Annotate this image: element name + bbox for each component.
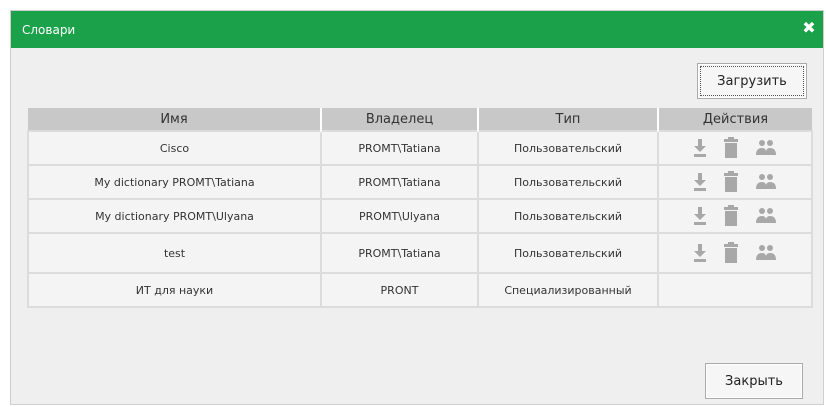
cell-actions bbox=[657, 164, 813, 200]
share-users-icon[interactable] bbox=[755, 244, 777, 262]
download-icon[interactable] bbox=[693, 206, 707, 226]
cell-owner: PROMT\Tatiana bbox=[320, 232, 479, 274]
column-header-actions: Действия bbox=[657, 108, 812, 131]
close-icon[interactable]: ✖ bbox=[801, 20, 817, 36]
table-row[interactable]: My dictionary PROMT\Tatiana PROMT\Tatiana… bbox=[27, 164, 813, 200]
cell-type: Пользовательский bbox=[477, 130, 659, 166]
trash-icon[interactable] bbox=[723, 242, 739, 264]
trash-icon[interactable] bbox=[723, 205, 739, 227]
share-users-icon[interactable] bbox=[755, 207, 777, 225]
dialog-titlebar: Словари ✖ bbox=[11, 11, 823, 48]
cell-actions bbox=[657, 272, 813, 308]
table-header-row: Имя Владелец Тип Действия bbox=[28, 108, 812, 131]
cell-name: Cisco bbox=[27, 130, 322, 166]
trash-icon[interactable] bbox=[723, 171, 739, 193]
cell-type: Специализированный bbox=[477, 272, 659, 308]
dictionaries-table: Имя Владелец Тип Действия Cisco PROMT\Tat… bbox=[27, 108, 813, 308]
cell-name: ИТ для науки bbox=[27, 272, 322, 308]
cell-owner: PROMT\Tatiana bbox=[320, 164, 479, 200]
table-row[interactable]: ИТ для науки PRONT Специализированный bbox=[27, 272, 813, 308]
cell-owner: PRONT bbox=[320, 272, 479, 308]
cell-type: Пользовательский bbox=[477, 164, 659, 200]
cell-actions bbox=[657, 198, 813, 234]
cell-type: Пользовательский bbox=[477, 232, 659, 274]
close-button[interactable]: Закрыть bbox=[705, 363, 803, 399]
cell-owner: PROMT\Tatiana bbox=[320, 130, 479, 166]
cell-actions bbox=[657, 130, 813, 166]
download-icon[interactable] bbox=[693, 138, 707, 158]
table-row[interactable]: Cisco PROMT\Tatiana Пользовательский bbox=[27, 130, 813, 166]
load-button[interactable]: Загрузить bbox=[697, 63, 807, 99]
share-users-icon[interactable] bbox=[755, 173, 777, 191]
cell-type: Пользовательский bbox=[477, 198, 659, 234]
table-row[interactable]: test PROMT\Tatiana Пользовательский bbox=[27, 232, 813, 274]
table-row[interactable]: My dictionary PROMT\Ulyana PROMT\Ulyana По… bbox=[27, 198, 813, 234]
dialog-title: Словари bbox=[22, 23, 76, 37]
cell-actions bbox=[657, 232, 813, 274]
column-header-type[interactable]: Тип bbox=[477, 108, 658, 131]
download-icon[interactable] bbox=[693, 243, 707, 263]
column-header-name[interactable]: Имя bbox=[28, 108, 321, 131]
dictionaries-dialog: Словари ✖ Загрузить Имя Владелец Тип Дей… bbox=[10, 10, 824, 405]
download-icon[interactable] bbox=[693, 172, 707, 192]
trash-icon[interactable] bbox=[723, 137, 739, 159]
cell-name: My dictionary PROMT\Tatiana bbox=[27, 164, 322, 200]
share-users-icon[interactable] bbox=[755, 139, 777, 157]
column-header-owner[interactable]: Владелец bbox=[320, 108, 478, 131]
cell-owner: PROMT\Ulyana bbox=[320, 198, 479, 234]
cell-name: My dictionary PROMT\Ulyana bbox=[27, 198, 322, 234]
cell-name: test bbox=[27, 232, 322, 274]
